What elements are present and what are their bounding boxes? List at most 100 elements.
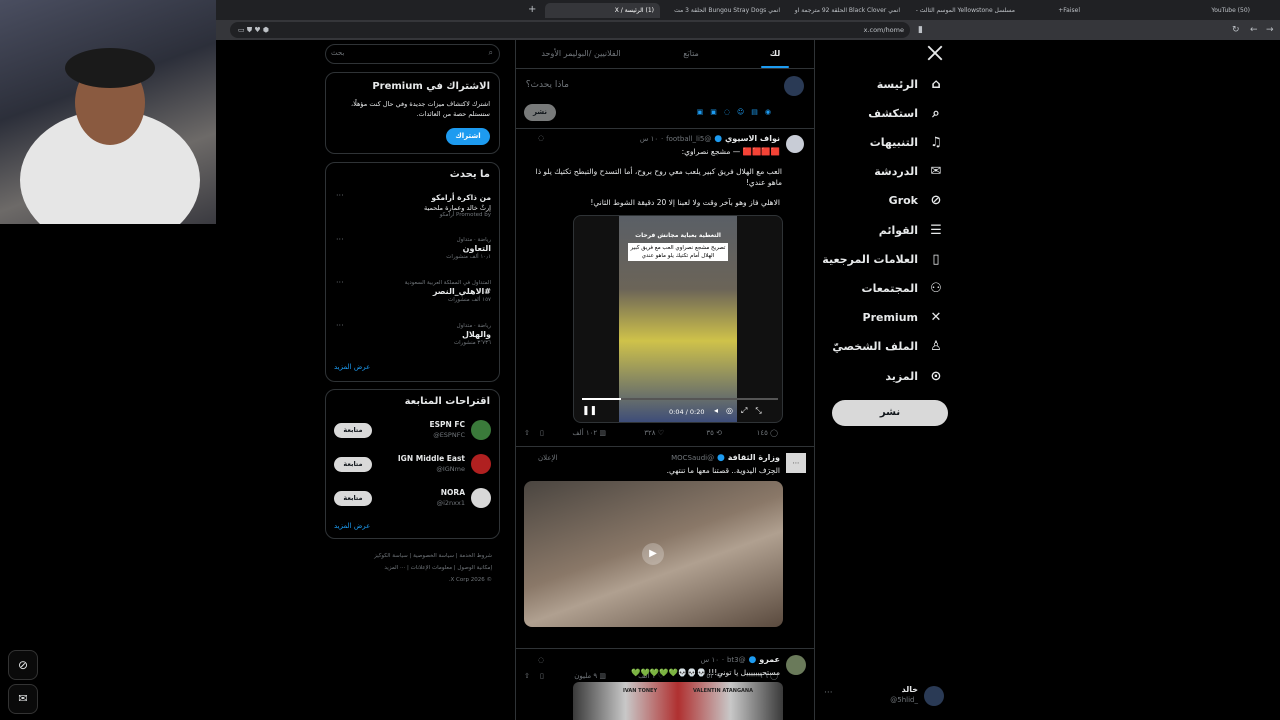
account-name: IGN Middle East — [397, 454, 465, 463]
reload-icon[interactable]: ↻ — [1232, 20, 1240, 40]
follow-suggestion[interactable]: IGN Middle East @IGNme متابعة — [326, 454, 499, 484]
more-icon[interactable]: ··· — [824, 688, 833, 698]
url-field[interactable]: x.com/home ▭ ⛊ ♥ ⬢ — [230, 22, 910, 38]
play-icon[interactable]: ▶ — [642, 543, 664, 565]
search-icon: ⌕ — [488, 48, 493, 57]
video-player[interactable]: التغطية بعباية مجانش فرحات تصريح مشجع نص… — [573, 215, 783, 423]
footer-links[interactable]: شروط الخدمة | سياسة الخصوصية | سياسة الك… — [340, 550, 492, 562]
grok-icon[interactable]: ◌ — [538, 134, 544, 142]
nav-item[interactable]: ✕ Premium — [863, 305, 944, 331]
search-placeholder: بحث — [331, 49, 345, 57]
tweet-header: عمرو ● @bt3 · ١٠ س — [700, 655, 780, 665]
trend-item[interactable]: رياضة · متداول التعاون ١٠٫١ ألف منشورات — [446, 237, 491, 260]
grok-icon[interactable]: ◌ — [538, 656, 544, 664]
tab-list[interactable]: الفلانيين /البوليمر الأوحد — [516, 40, 646, 68]
tweet[interactable]: نواف الاسيوي ● @football_li5 · ١٠ س ◌ 🟥🟥… — [516, 129, 814, 446]
webcam-overlay — [0, 0, 216, 224]
views-button[interactable]: ▥ ١٠٢ ألف — [572, 429, 606, 437]
retweet-count: ٣٥ — [706, 429, 714, 437]
nav-item[interactable]: ⌕ استكشف — [868, 100, 944, 126]
x-logo-icon[interactable] — [926, 44, 946, 64]
tweet-handle: @MOCSaudi — [671, 454, 715, 462]
forward-icon[interactable]: → — [1266, 20, 1274, 40]
new-tab-button[interactable]: + — [528, 0, 536, 20]
timeline: لك متابَع الفلانيين /البوليمر الأوحد ماذ… — [515, 40, 815, 720]
composer-toolbar[interactable]: ▣▣◌☺▤◉ — [697, 108, 778, 116]
more-icon[interactable]: ··· — [336, 191, 344, 200]
nav-label: Premium — [862, 311, 918, 325]
follow-suggestion[interactable]: ESPN FC @ESPNFC متابعة — [326, 420, 499, 450]
bookmark-icon: ▯ — [932, 251, 940, 267]
who-to-follow-card: اقتراحات المتابعة ESPN FC @ESPNFC متابعة IG… — [325, 389, 500, 539]
avatar — [924, 686, 944, 706]
like-button[interactable]: ♡ ٣٢٨ — [644, 429, 664, 437]
more-icon[interactable]: ··· — [336, 278, 344, 287]
jersey-name: VALENTIN ATANGANA — [693, 688, 753, 694]
nav-item[interactable]: ⊙ المزيد — [885, 363, 944, 389]
composer-post-button[interactable]: نشر — [524, 104, 556, 121]
avatar — [786, 135, 804, 153]
nav-item[interactable]: ⚇ المجتمعات — [862, 275, 944, 301]
trend-meta: رياضة · متداول — [456, 323, 491, 329]
nav-item[interactable]: ⊘ Grok — [889, 188, 944, 214]
back-icon[interactable]: ← — [1250, 20, 1258, 40]
nav-item[interactable]: ▯ العلامات المرجعية — [822, 246, 944, 272]
browser-tab[interactable]: (50) YouTube — [1150, 3, 1250, 18]
avatar — [786, 655, 806, 675]
follow-button[interactable]: متابعة — [334, 457, 372, 472]
pause-icon[interactable]: ❚❚ — [582, 406, 597, 416]
messages-float-icon[interactable]: ✉ — [8, 684, 38, 714]
nav-label: استكشف — [868, 106, 918, 120]
section-title: اقتراحات المتابعة — [404, 396, 490, 407]
nav-label: المزيد — [885, 369, 918, 383]
extension-icons[interactable]: ▭ ⛊ ♥ ⬢ — [238, 22, 269, 38]
bookmark-icon[interactable]: ▯ — [540, 429, 544, 437]
search-input[interactable]: بحث ⌕ — [325, 44, 500, 64]
nav-item[interactable]: ⌂ الرئيسة — [877, 71, 944, 97]
browser-tab-active[interactable]: (1) الرئيسة / X — [545, 3, 660, 18]
browser-tab[interactable]: مسلسل Yellowstone الموسم الثالث - — [905, 3, 1015, 18]
browser-tab[interactable]: انمي Black Clover الحلقة 92 مترجمة او — [785, 3, 900, 18]
tweet-text: مستحيييييييل يا توني!!! 💀💀💀💚💚💚💚💚 — [631, 668, 780, 677]
account-switcher[interactable]: خالد @5hlid_ ··· — [820, 684, 950, 708]
trend-item[interactable]: رياضة · متداول والهلال ٣٬٧٣٦ منشورات — [454, 323, 491, 346]
browser-tab[interactable]: Faisel+ — [1020, 3, 1080, 18]
tweet[interactable]: عمرو ● @bt3 · ١٠ س ◌ مستحيييييييل يا تون… — [516, 649, 814, 720]
promoted-trend[interactable]: من ذاكرة أرامكو إرثٌ خالد وعمارة ملحمية … — [424, 193, 491, 218]
show-more-link[interactable]: عرض المزيد — [334, 522, 370, 530]
premium-card: الاشتراك في Premium اشترك لاكتشاف ميزات … — [325, 72, 500, 154]
grok-float-icon[interactable]: ⊘ — [8, 650, 38, 680]
ad-video[interactable]: ▶ — [524, 481, 783, 627]
advertiser-logo: ⋯ — [786, 453, 806, 473]
tab-following[interactable]: متابَع — [646, 40, 736, 68]
tab-label: (50) YouTube — [1211, 7, 1250, 14]
post-button[interactable]: نشر — [832, 400, 948, 426]
tweet-image[interactable]: IVAN TONEY VALENTIN ATANGANA — [573, 682, 783, 720]
share-icon[interactable]: ⇧ — [524, 429, 530, 437]
composer-input[interactable]: ماذا يحدث؟ — [526, 80, 569, 90]
more-icon[interactable]: ··· — [336, 321, 344, 330]
promoted-tweet[interactable]: ⋯ وزارة الثقافة ● @MOCSaudi الإعلان الحِ… — [516, 447, 814, 680]
follow-button[interactable]: متابعة — [334, 423, 372, 438]
nav-item[interactable]: ☰ القوائم — [879, 217, 944, 243]
video-progress-track[interactable] — [582, 398, 778, 400]
nav-label: الرئيسة — [876, 77, 918, 91]
follow-suggestion[interactable]: NORA @i2nxx1 متابعة — [326, 488, 499, 518]
more-icon[interactable]: ··· — [336, 235, 344, 244]
browser-tab[interactable]: انمي Bungou Stray Dogs الحلقة 3 مت — [665, 3, 780, 18]
account-name: ESPN FC — [429, 420, 465, 429]
subscribe-button[interactable]: اشتراك — [446, 128, 490, 145]
nav-item[interactable]: ✉ الدردشة — [874, 159, 944, 185]
bookmark-page-icon[interactable]: ▮ — [918, 20, 923, 40]
tab-for-you[interactable]: لك — [736, 40, 814, 68]
video-controls[interactable]: ◂◎⤢⤡ — [714, 406, 770, 416]
trend-item[interactable]: المتداول في المملكة العربية السعودية #الا… — [405, 280, 491, 303]
retweet-button[interactable]: ⟲ ٣٥ — [706, 429, 722, 437]
reply-button[interactable]: ◯ ١٤٥ — [757, 429, 778, 437]
nav-item[interactable]: ♫ التنبيهات — [870, 129, 944, 155]
show-more-link[interactable]: عرض المزيد — [334, 363, 370, 371]
jersey-name: IVAN TONEY — [623, 688, 658, 694]
footer-links[interactable]: إمكانية الوصول | معلومات الإعلانات | ···… — [340, 562, 492, 574]
follow-button[interactable]: متابعة — [334, 491, 372, 506]
nav-item[interactable]: ♙ الملف الشخصيّ — [832, 334, 944, 360]
